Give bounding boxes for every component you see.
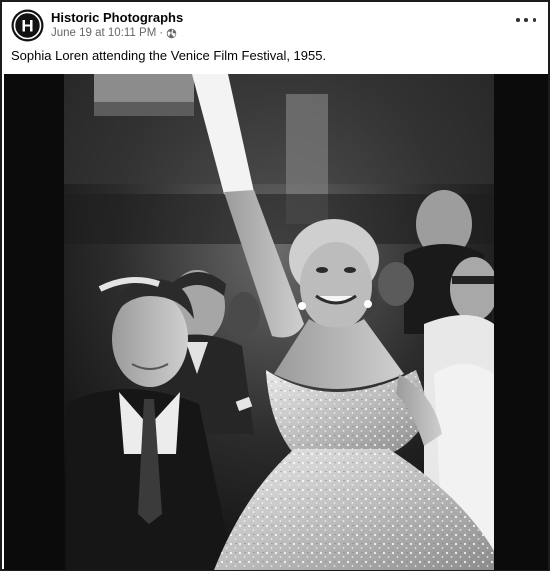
more-dot bbox=[524, 18, 528, 22]
meta-separator: · bbox=[159, 27, 164, 39]
more-dot bbox=[532, 18, 536, 22]
avatar-letter: H bbox=[21, 17, 33, 36]
woman-face bbox=[300, 242, 372, 330]
post-card: H Historic Photographs June 19 at 10:11 … bbox=[0, 0, 550, 571]
bw-photograph bbox=[4, 74, 548, 570]
chandelier bbox=[94, 74, 194, 106]
post-timestamp[interactable]: June 19 at 10:11 PM bbox=[51, 27, 156, 39]
more-options-button[interactable] bbox=[516, 14, 536, 26]
post-photo[interactable] bbox=[4, 74, 548, 570]
globe-icon[interactable] bbox=[166, 28, 177, 39]
earring bbox=[298, 302, 306, 310]
man-glasses-right bbox=[450, 257, 498, 321]
post-caption: Sophia Loren attending the Venice Film F… bbox=[11, 48, 327, 63]
more-dot bbox=[516, 18, 520, 22]
post-meta: June 19 at 10:11 PM · bbox=[51, 27, 177, 39]
author-name[interactable]: Historic Photographs bbox=[51, 10, 183, 25]
post-header: H Historic Photographs June 19 at 10:11 … bbox=[2, 2, 548, 76]
man-face bbox=[112, 291, 188, 387]
page-avatar[interactable]: H bbox=[11, 9, 44, 42]
